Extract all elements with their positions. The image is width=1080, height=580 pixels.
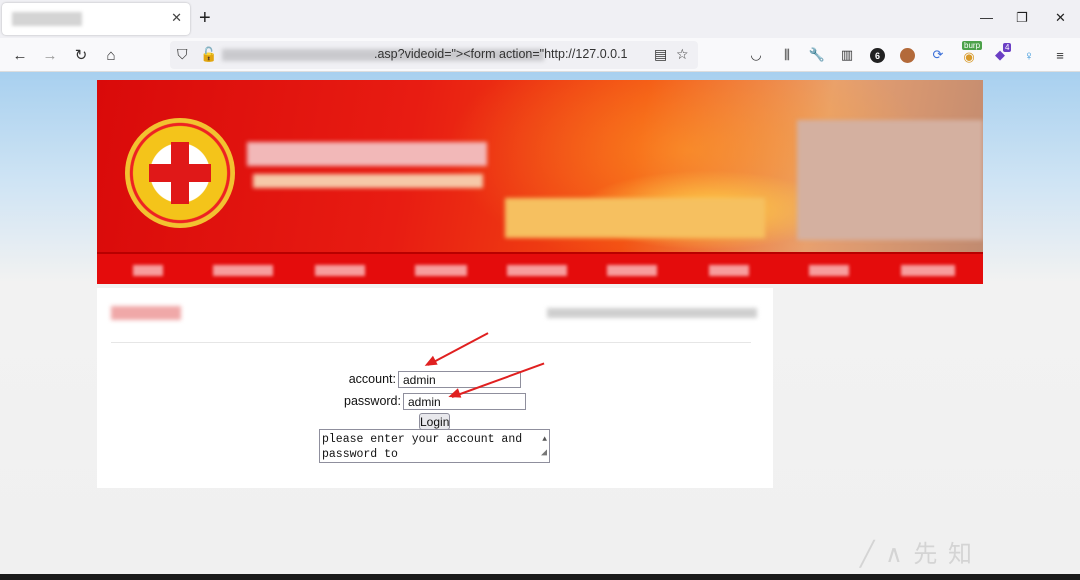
close-icon[interactable]: ✕ (171, 10, 182, 26)
extension-badge: 4 (1003, 43, 1012, 52)
home-icon[interactable]: ⌂ (100, 44, 122, 66)
site-banner (97, 80, 983, 284)
minimize-button[interactable]: — (980, 10, 993, 25)
insecure-lock-icon[interactable]: 🔓 (200, 46, 217, 63)
banner-building-image (797, 120, 983, 240)
site-nav-item[interactable] (415, 265, 467, 276)
site-nav-strip (97, 252, 983, 284)
site-nav-item[interactable] (133, 265, 163, 276)
profile-avatar-icon[interactable] (900, 48, 915, 63)
page-viewport: account: password: Login please enter yo… (0, 72, 1080, 574)
site-nav-item[interactable] (901, 265, 955, 276)
red-cross-emblem-icon (125, 118, 235, 228)
watermark-logo: ╱ ∧ 先 知 (860, 541, 975, 568)
site-title-redacted (247, 142, 487, 166)
shield-icon[interactable]: ⛉ (177, 46, 188, 63)
close-window-button[interactable]: ✕ (1055, 10, 1066, 26)
reload-icon[interactable]: ↻ (70, 44, 92, 66)
account-label: account: (348, 372, 396, 386)
taskbar (0, 574, 1080, 580)
site-subtitle-redacted (253, 174, 483, 188)
wrench-icon[interactable]: 🔧 (808, 46, 826, 64)
site-nav-item[interactable] (315, 265, 365, 276)
breadcrumb-redacted (547, 308, 757, 318)
sidebar-icon[interactable]: ▥ (838, 46, 856, 64)
reader-view-icon[interactable]: ▤ (654, 46, 667, 63)
panel-divider (111, 342, 751, 343)
site-nav-item[interactable] (213, 265, 273, 276)
burp-proxy-icon[interactable]: ◉ (960, 48, 978, 66)
tab-bar: ✕ + — ❐ ✕ (0, 0, 1080, 38)
restore-button[interactable]: ❐ (1016, 10, 1028, 26)
password-input[interactable] (403, 393, 526, 410)
bookmark-star-icon[interactable]: ☆ (676, 46, 689, 63)
navigation-toolbar: ← → ↻ ⌂ ⛉ 🔓 .asp?videoid="><form action=… (0, 38, 1080, 72)
extension-count-icon[interactable]: 6 (870, 48, 885, 63)
library-icon[interactable]: ⫼ (778, 46, 796, 64)
forward-icon[interactable]: → (39, 44, 61, 66)
message-text: please enter your account and password t… (322, 433, 523, 461)
message-textarea[interactable]: please enter your account and password t… (319, 429, 550, 463)
login-button[interactable]: Login (419, 413, 450, 430)
url-text[interactable]: .asp?videoid="><form action="http://127.… (374, 47, 644, 61)
password-label: password: (344, 394, 401, 408)
site-nav-item[interactable] (607, 265, 657, 276)
scroll-up-icon[interactable]: ▲ (542, 432, 547, 447)
menu-hamburger-icon[interactable]: ≡ (1051, 46, 1069, 64)
browser-tab[interactable]: ✕ (2, 3, 190, 35)
panel-heading-redacted (111, 306, 181, 320)
new-tab-button[interactable]: + (199, 6, 211, 30)
pocket-icon[interactable]: ◡ (747, 46, 765, 64)
back-icon[interactable]: ← (9, 44, 31, 66)
site-nav-item[interactable] (709, 265, 749, 276)
tab-title-redacted (12, 12, 82, 26)
resize-grip-icon[interactable]: ◢ (541, 446, 547, 461)
banner-slogan-redacted (505, 198, 765, 238)
sync-icon[interactable]: ⟳ (929, 46, 947, 64)
pin-icon[interactable]: ♀ (1020, 46, 1038, 64)
site-nav-item[interactable] (809, 265, 849, 276)
url-bar[interactable]: ⛉ 🔓 .asp?videoid="><form action="http://… (170, 41, 698, 69)
site-nav-item[interactable] (507, 265, 567, 276)
